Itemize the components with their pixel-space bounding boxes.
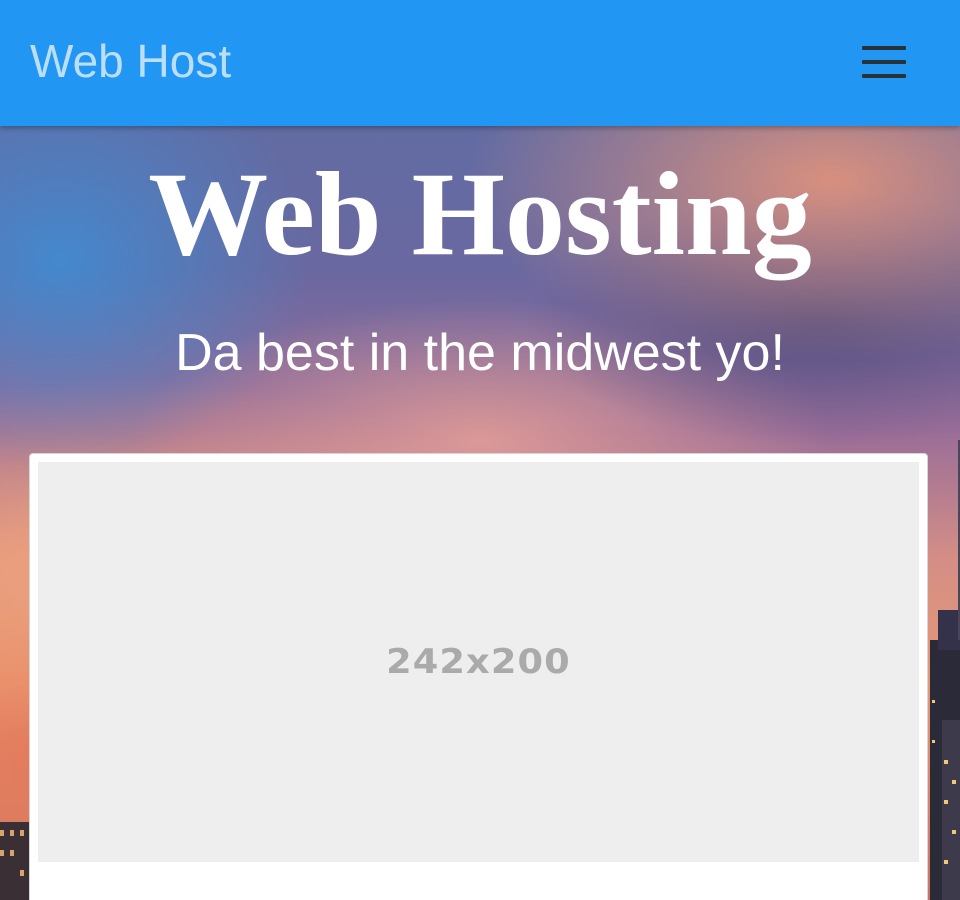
brand-logo-link[interactable]: Web Host <box>30 33 231 89</box>
hero-subtitle: Da best in the midwest yo! <box>175 324 785 382</box>
page: Web Host Web Hosting Da best in the midw… <box>0 0 960 900</box>
hero-title: Web Hosting <box>148 147 812 280</box>
hamburger-menu-button[interactable] <box>856 40 912 84</box>
hamburger-menu-icon <box>862 46 906 50</box>
placeholder-size-label: 242x200 <box>386 642 571 682</box>
hamburger-menu-icon-bar <box>862 74 906 78</box>
card-image-placeholder: 242x200 <box>38 462 919 862</box>
hamburger-menu-icon-bar <box>862 60 906 64</box>
top-navbar: Web Host <box>0 0 960 126</box>
hosting-card: 242x200 <box>29 453 928 900</box>
